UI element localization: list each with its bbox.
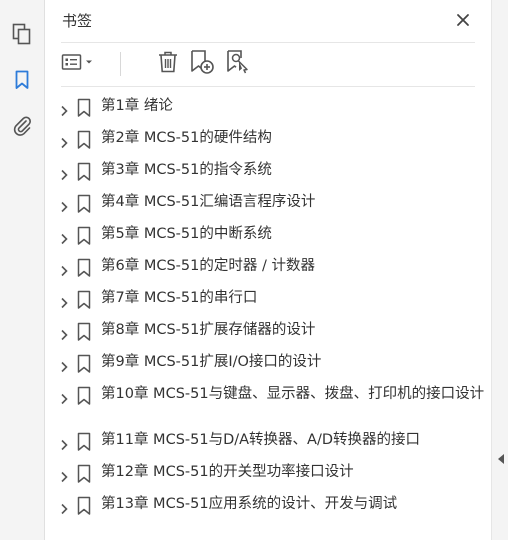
bookmarks-panel: 书签 第1章 绪论 第2章 MCS-51的硬件结构 第3章 MCS-51的指令系… bbox=[45, 0, 491, 540]
bookmark-item-3[interactable]: 第3章 MCS-51的指令系统 bbox=[45, 156, 491, 188]
chevron-right-icon[interactable] bbox=[59, 262, 69, 277]
chevron-right-icon[interactable] bbox=[59, 500, 69, 515]
bookmark-icon bbox=[77, 432, 91, 452]
bookmark-item-11[interactable]: 第11章 MCS-51与D/A转换器、A/D转换器的接口 bbox=[45, 426, 491, 458]
chevron-right-icon[interactable] bbox=[59, 134, 69, 149]
add-bookmark-button[interactable] bbox=[189, 50, 215, 78]
chevron-right-icon[interactable] bbox=[59, 102, 69, 117]
bookmark-label: 第4章 MCS-51汇编语言程序设计 bbox=[101, 194, 316, 210]
delete-bookmark-button[interactable] bbox=[157, 50, 179, 78]
search-bookmark-icon bbox=[225, 49, 251, 79]
chevron-right-icon[interactable] bbox=[59, 358, 69, 373]
bookmark-item-4[interactable]: 第4章 MCS-51汇编语言程序设计 bbox=[45, 188, 491, 220]
pages-icon[interactable] bbox=[10, 22, 34, 46]
bookmark-label: 第12章 MCS-51的开关型功率接口设计 bbox=[101, 464, 354, 480]
bookmark-list: 第1章 绪论 第2章 MCS-51的硬件结构 第3章 MCS-51的指令系统 第… bbox=[45, 92, 491, 522]
bookmark-item-10[interactable]: 第10章 MCS-51与键盘、显示器、拨盘、打印机的接口设计 bbox=[45, 380, 491, 426]
close-icon[interactable] bbox=[453, 10, 473, 30]
bookmark-item-9[interactable]: 第9章 MCS-51扩展I/O接口的设计 bbox=[45, 348, 491, 380]
toolbar-divider bbox=[120, 52, 121, 76]
bookmark-icon bbox=[77, 290, 91, 310]
options-menu-button[interactable] bbox=[61, 50, 97, 78]
bookmark-icon bbox=[77, 130, 91, 150]
right-collapse-bar bbox=[491, 0, 508, 540]
bookmark-label: 第11章 MCS-51与D/A转换器、A/D转换器的接口 bbox=[101, 432, 421, 448]
bookmark-icon bbox=[77, 464, 91, 484]
toolbar-divider-line bbox=[61, 86, 475, 87]
panel-title: 书签 bbox=[62, 12, 93, 30]
bookmark-icon bbox=[77, 98, 91, 118]
bookmark-icon bbox=[77, 258, 91, 278]
bookmark-item-6[interactable]: 第6章 MCS-51的定时器 / 计数器 bbox=[45, 252, 491, 284]
chevron-right-icon[interactable] bbox=[59, 166, 69, 181]
bookmark-icon[interactable] bbox=[10, 68, 34, 92]
bookmark-label: 第9章 MCS-51扩展I/O接口的设计 bbox=[101, 354, 322, 370]
panel-header: 书签 bbox=[45, 0, 491, 42]
bookmark-label: 第7章 MCS-51的串行口 bbox=[101, 290, 258, 306]
bookmark-label: 第1章 绪论 bbox=[101, 98, 173, 114]
bookmark-icon bbox=[77, 386, 91, 406]
collapse-panel-icon[interactable] bbox=[497, 450, 505, 464]
chevron-right-icon[interactable] bbox=[59, 294, 69, 309]
chevron-right-icon[interactable] bbox=[59, 436, 69, 451]
bookmark-item-1[interactable]: 第1章 绪论 bbox=[45, 92, 491, 124]
find-bookmark-button[interactable] bbox=[225, 50, 251, 78]
bookmark-item-13[interactable]: 第13章 MCS-51应用系统的设计、开发与调试 bbox=[45, 490, 491, 522]
bookmark-label: 第3章 MCS-51的指令系统 bbox=[101, 162, 272, 178]
chevron-right-icon[interactable] bbox=[59, 390, 69, 405]
chevron-right-icon[interactable] bbox=[59, 230, 69, 245]
bookmark-item-5[interactable]: 第5章 MCS-51的中断系统 bbox=[45, 220, 491, 252]
add-bookmark-icon bbox=[189, 49, 215, 79]
bookmark-label: 第2章 MCS-51的硬件结构 bbox=[101, 130, 272, 146]
bookmark-icon bbox=[77, 322, 91, 342]
bookmark-label: 第10章 MCS-51与键盘、显示器、拨盘、打印机的接口设计 bbox=[101, 386, 485, 402]
bookmark-icon bbox=[77, 162, 91, 182]
bookmark-toolbar bbox=[61, 50, 481, 78]
navigation-sidebar bbox=[0, 0, 45, 540]
header-divider bbox=[61, 42, 475, 43]
attachment-icon[interactable] bbox=[10, 114, 34, 138]
bookmark-item-2[interactable]: 第2章 MCS-51的硬件结构 bbox=[45, 124, 491, 156]
bookmark-item-7[interactable]: 第7章 MCS-51的串行口 bbox=[45, 284, 491, 316]
options-menu-icon bbox=[61, 52, 97, 76]
bookmark-icon bbox=[77, 496, 91, 516]
bookmark-item-12[interactable]: 第12章 MCS-51的开关型功率接口设计 bbox=[45, 458, 491, 490]
bookmark-label: 第5章 MCS-51的中断系统 bbox=[101, 226, 272, 242]
delete-icon bbox=[158, 50, 178, 78]
chevron-right-icon[interactable] bbox=[59, 468, 69, 483]
bookmark-icon bbox=[77, 354, 91, 374]
chevron-right-icon[interactable] bbox=[59, 198, 69, 213]
bookmark-label: 第8章 MCS-51扩展存储器的设计 bbox=[101, 322, 316, 338]
chevron-right-icon[interactable] bbox=[59, 326, 69, 341]
bookmark-icon bbox=[77, 226, 91, 246]
bookmark-item-8[interactable]: 第8章 MCS-51扩展存储器的设计 bbox=[45, 316, 491, 348]
bookmark-label: 第13章 MCS-51应用系统的设计、开发与调试 bbox=[101, 496, 398, 512]
bookmark-label: 第6章 MCS-51的定时器 / 计数器 bbox=[101, 258, 315, 274]
bookmark-icon bbox=[77, 194, 91, 214]
